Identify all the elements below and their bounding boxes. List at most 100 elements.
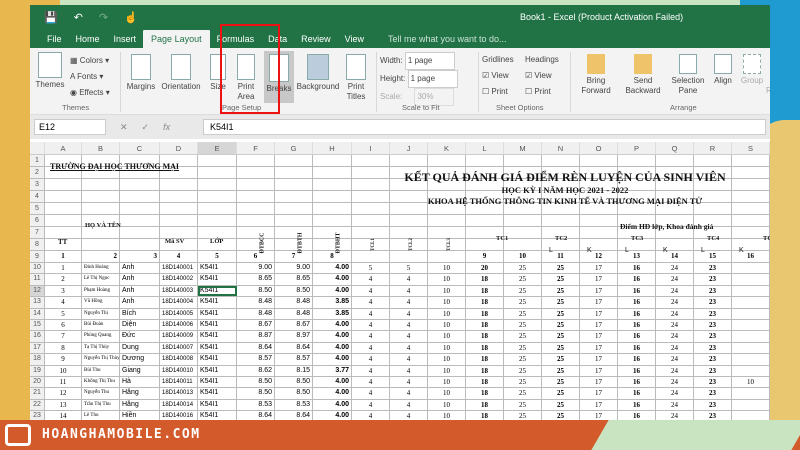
cell[interactable]: 25 xyxy=(542,411,580,420)
cell[interactable]: 8.50 xyxy=(275,388,313,399)
cell[interactable]: 4 xyxy=(352,365,390,376)
column-header[interactable]: P xyxy=(618,142,656,154)
column-header[interactable]: E xyxy=(198,142,237,154)
row-header[interactable]: 15 xyxy=(30,319,45,331)
cell[interactable]: 23 xyxy=(694,308,732,319)
cell[interactable]: Nguyễn Thị Thùy xyxy=(82,354,120,365)
cell[interactable]: 17 xyxy=(580,308,618,319)
cell[interactable]: 24 xyxy=(656,331,694,342)
cell[interactable]: 4.00 xyxy=(313,319,352,331)
cell[interactable]: 25 xyxy=(542,376,580,388)
cell[interactable] xyxy=(732,215,770,226)
save-icon[interactable]: 💾 xyxy=(44,11,58,24)
cell[interactable]: 4 xyxy=(352,319,390,331)
cell[interactable] xyxy=(732,263,770,274)
cell[interactable] xyxy=(390,155,428,166)
column-header[interactable]: R xyxy=(694,142,732,154)
cell[interactable] xyxy=(732,285,770,297)
cell[interactable]: 10 xyxy=(428,388,466,399)
cell[interactable]: 18D140011 xyxy=(160,376,198,388)
cell[interactable]: 10 xyxy=(504,251,542,262)
cell[interactable]: 24 xyxy=(656,274,694,285)
cell[interactable]: Hà xyxy=(120,376,160,388)
cell[interactable] xyxy=(732,388,770,399)
formula-input[interactable]: K54I1 xyxy=(203,119,766,135)
cancel-icon[interactable]: ✕ xyxy=(120,122,128,133)
cell[interactable]: 10 xyxy=(428,376,466,388)
tell-me-search[interactable]: Tell me what you want to do... xyxy=(381,34,514,48)
cell[interactable]: 24 xyxy=(656,285,694,297)
cell[interactable]: 10 xyxy=(428,274,466,285)
cell[interactable]: 18D140009 xyxy=(160,331,198,342)
cell[interactable] xyxy=(198,227,237,238)
cell[interactable] xyxy=(732,331,770,342)
cell[interactable] xyxy=(732,399,770,411)
row-header[interactable]: 9 xyxy=(30,251,45,262)
cell[interactable]: Anh xyxy=(120,297,160,308)
cell[interactable]: 4.00 xyxy=(313,331,352,342)
row-header[interactable]: 1 xyxy=(30,155,45,166)
cell[interactable]: Anh xyxy=(120,274,160,285)
cell[interactable]: 4 xyxy=(390,365,428,376)
cell[interactable]: 25 xyxy=(542,297,580,308)
cell[interactable]: 23 xyxy=(694,331,732,342)
group-button[interactable]: Group xyxy=(738,54,766,86)
cell[interactable] xyxy=(390,227,428,238)
cell[interactable]: K54I1 xyxy=(198,342,237,354)
cell[interactable]: 18 xyxy=(466,308,504,319)
cell[interactable]: 9.00 xyxy=(275,263,313,274)
cell[interactable]: 23 xyxy=(694,319,732,331)
tab-home[interactable]: Home xyxy=(69,34,107,48)
cell[interactable]: 16 xyxy=(618,319,656,331)
cell[interactable]: 18 xyxy=(466,274,504,285)
cell[interactable] xyxy=(313,155,352,166)
cell[interactable]: 17 xyxy=(580,388,618,399)
cell[interactable]: 4.00 xyxy=(313,399,352,411)
cell[interactable]: 3.77 xyxy=(313,365,352,376)
cell[interactable]: 8 xyxy=(45,342,82,354)
cell[interactable] xyxy=(275,239,313,250)
cell[interactable] xyxy=(45,227,82,238)
cell[interactable]: 25 xyxy=(542,285,580,297)
cell[interactable]: 8.48 xyxy=(237,308,275,319)
cell[interactable]: 16 xyxy=(618,354,656,365)
cell[interactable]: Bùi Đoàn xyxy=(82,319,120,331)
cell[interactable]: 17 xyxy=(580,319,618,331)
cell[interactable]: 25 xyxy=(504,411,542,420)
cell[interactable]: 17 xyxy=(580,399,618,411)
cell[interactable] xyxy=(428,227,466,238)
cell[interactable]: 18 xyxy=(466,399,504,411)
tab-page-layout[interactable]: Page Layout xyxy=(143,30,210,48)
cell[interactable]: 17 xyxy=(580,354,618,365)
cell[interactable]: 8.53 xyxy=(237,399,275,411)
cell[interactable] xyxy=(237,227,275,238)
cell[interactable]: 16 xyxy=(618,388,656,399)
cell[interactable]: 4 xyxy=(352,342,390,354)
row-header[interactable]: 22 xyxy=(30,399,45,411)
cell[interactable]: 25 xyxy=(542,263,580,274)
cell[interactable]: 18D140014 xyxy=(160,399,198,411)
cell[interactable]: 24 xyxy=(656,342,694,354)
cell[interactable]: 8.50 xyxy=(237,285,275,297)
cell[interactable]: 25 xyxy=(542,342,580,354)
cell[interactable]: 4 xyxy=(352,399,390,411)
headings-print-checkbox[interactable]: ☐ Print xyxy=(525,84,559,100)
cell[interactable]: Hằng xyxy=(120,399,160,411)
cell[interactable]: 15 xyxy=(694,251,732,262)
cell[interactable]: 25 xyxy=(504,354,542,365)
cell[interactable]: 8.64 xyxy=(275,411,313,420)
cell[interactable]: 8.53 xyxy=(275,399,313,411)
row-header[interactable]: 19 xyxy=(30,365,45,376)
colors-button[interactable]: ▦ Colors ▾ xyxy=(70,53,110,69)
row-header[interactable]: 16 xyxy=(30,331,45,342)
column-header[interactable]: F xyxy=(237,142,275,154)
cell[interactable]: Giang xyxy=(120,365,160,376)
cell[interactable]: 16 xyxy=(618,263,656,274)
cell[interactable]: Trần Thị Thu xyxy=(82,399,120,411)
column-header[interactable]: J xyxy=(390,142,428,154)
tab-review[interactable]: Review xyxy=(294,34,338,48)
cell[interactable]: 4 xyxy=(352,331,390,342)
cell[interactable]: 18 xyxy=(466,411,504,420)
cell[interactable]: 4 xyxy=(390,319,428,331)
cell[interactable]: 14 xyxy=(656,251,694,262)
